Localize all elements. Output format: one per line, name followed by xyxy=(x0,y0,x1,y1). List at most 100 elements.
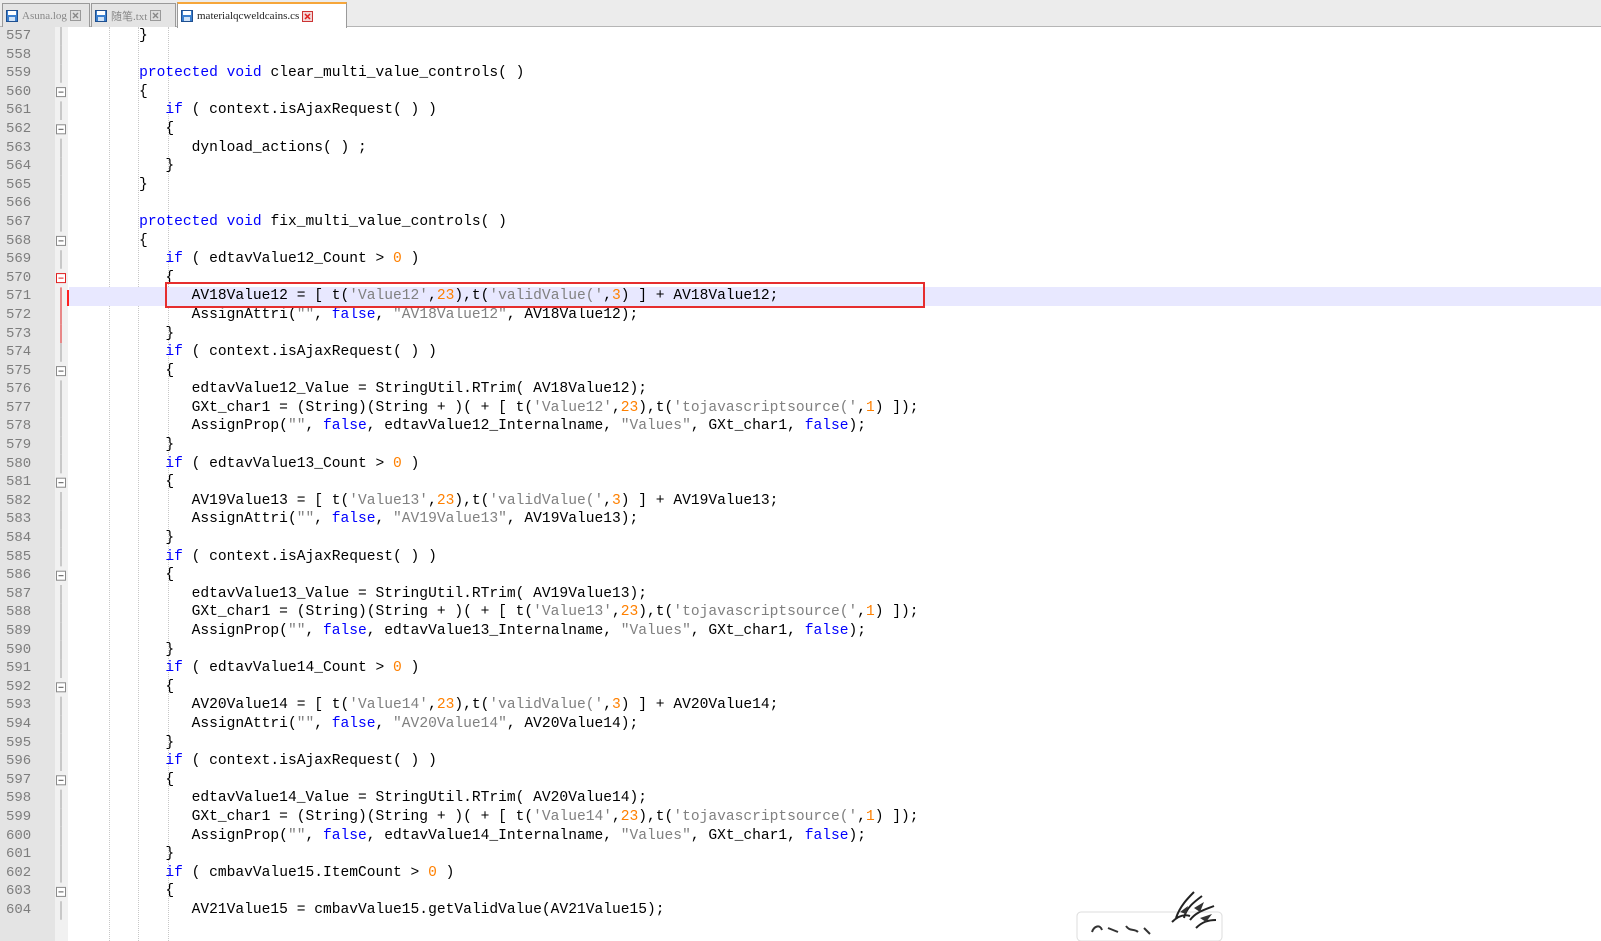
code-token: , xyxy=(612,399,621,416)
code-token: "Values" xyxy=(620,418,691,435)
code-token: 'tojavascriptsource(' xyxy=(673,808,858,825)
line-number: 566 xyxy=(6,195,32,212)
code-line[interactable]: AV20Value14 = [ t('Value14',23),t('valid… xyxy=(69,696,1601,715)
code-token: , xyxy=(375,306,394,323)
close-icon[interactable] xyxy=(150,10,162,21)
code-line[interactable]: { xyxy=(69,566,1601,585)
code-line[interactable]: } xyxy=(69,176,1601,195)
code-token: , xyxy=(375,715,394,732)
code-line[interactable]: edtavValue14_Value = StringUtil.RTrim( A… xyxy=(69,789,1601,808)
code-line[interactable]: { xyxy=(69,362,1601,381)
code-line[interactable]: if ( context.isAjaxRequest( ) ) xyxy=(69,101,1601,120)
code-line[interactable]: protected void fix_multi_value_controls(… xyxy=(69,213,1601,232)
code-token: ( context.isAjaxRequest( ) ) xyxy=(182,548,437,565)
code-line[interactable]: AssignProp("", false, edtavValue12_Inter… xyxy=(69,417,1601,436)
code-token: fix_multi_value_controls( ) xyxy=(261,213,507,230)
code-line[interactable]: if ( cmbavValue15.ItemCount > 0 ) xyxy=(69,864,1601,883)
code-token: AssignProp( xyxy=(69,418,288,435)
line-number: 587 xyxy=(6,585,32,602)
code-token: , edtavValue13_Internalname, xyxy=(366,623,621,639)
code-token: } xyxy=(69,734,175,751)
line-number: 565 xyxy=(6,176,32,193)
code-token: if xyxy=(165,753,183,770)
code-token: , GXt_char1, xyxy=(690,623,805,639)
code-line[interactable] xyxy=(69,194,1601,213)
close-icon[interactable] xyxy=(69,10,81,21)
code-token: "" xyxy=(287,827,306,844)
code-token: { xyxy=(69,771,175,788)
code-token: 0 xyxy=(428,864,437,881)
code-line[interactable]: AssignAttri("", false, "AV18Value12", AV… xyxy=(69,306,1601,325)
code-token: 23 xyxy=(436,697,455,714)
code-line[interactable]: if ( edtavValue13_Count > 0 ) xyxy=(69,455,1601,474)
code-line[interactable]: edtavValue12_Value = StringUtil.RTrim( A… xyxy=(69,380,1601,399)
code-line[interactable]: } xyxy=(69,734,1601,753)
code-line[interactable]: if ( edtavValue12_Count > 0 ) xyxy=(69,250,1601,269)
code-token: ),t( xyxy=(638,399,674,416)
code-token: GXt_char1 = (String)(String + )( + [ t( xyxy=(69,399,534,416)
code-line[interactable]: } xyxy=(69,436,1601,455)
tab-suibi-txt[interactable]: 随笔.txt xyxy=(91,3,176,27)
code-token: 23 xyxy=(620,399,639,416)
code-token: , xyxy=(305,623,323,639)
code-line[interactable] xyxy=(69,46,1601,65)
code-token: , xyxy=(612,808,621,825)
code-editor[interactable]: } protected void clear_multi_value_contr… xyxy=(69,27,1601,941)
code-token: false xyxy=(322,623,367,639)
code-token: { xyxy=(69,567,175,584)
code-token: , xyxy=(857,399,866,416)
code-line[interactable]: AssignAttri("", false, "AV20Value14", AV… xyxy=(69,715,1601,734)
code-line[interactable]: if ( edtavValue14_Count > 0 ) xyxy=(69,659,1601,678)
code-line[interactable]: AssignAttri("", false, "AV19Value13", AV… xyxy=(69,510,1601,529)
code-line[interactable]: { xyxy=(69,120,1601,139)
code-line[interactable]: } xyxy=(69,845,1601,864)
code-token: "Values" xyxy=(620,623,691,639)
code-token: { xyxy=(69,120,175,137)
code-line[interactable]: edtavValue13_Value = StringUtil.RTrim( A… xyxy=(69,585,1601,604)
code-line[interactable]: AV21Value15 = cmbavValue15.getValidValue… xyxy=(69,901,1601,920)
code-line[interactable]: { xyxy=(69,678,1601,697)
code-line[interactable]: { xyxy=(69,232,1601,251)
code-line[interactable]: } xyxy=(69,529,1601,548)
tab-asuna-log[interactable]: Asuna.log xyxy=(2,3,90,27)
code-line[interactable]: } xyxy=(69,27,1601,46)
line-number: 591 xyxy=(6,660,32,677)
code-line[interactable]: } xyxy=(69,325,1601,344)
code-line[interactable]: { xyxy=(69,771,1601,790)
line-number: 583 xyxy=(6,511,32,528)
line-number: 574 xyxy=(6,344,32,361)
code-line[interactable]: GXt_char1 = (String)(String + )( + [ t('… xyxy=(69,399,1601,418)
code-token: } xyxy=(69,176,148,193)
code-line[interactable]: AssignProp("", false, edtavValue13_Inter… xyxy=(69,622,1601,641)
code-line[interactable]: } xyxy=(69,641,1601,660)
code-token: AssignAttri( xyxy=(69,306,297,323)
line-number: 558 xyxy=(6,46,32,63)
code-token: GXt_char1 = (String)(String + )( + [ t( xyxy=(69,808,534,825)
code-token: AssignAttri( xyxy=(69,511,297,528)
code-line[interactable]: protected void clear_multi_value_control… xyxy=(69,64,1601,83)
code-line[interactable]: GXt_char1 = (String)(String + )( + [ t( '… xyxy=(69,808,1601,827)
code-line[interactable]: } xyxy=(69,157,1601,176)
tab-label: Asuna.log xyxy=(22,9,67,22)
code-line[interactable]: dynload_actions( ) ; xyxy=(69,139,1601,158)
code-line[interactable]: AV19Value13 = [ t('Value13',23),t('valid… xyxy=(69,492,1601,511)
code-token: protected xyxy=(139,213,218,230)
code-line[interactable]: { xyxy=(69,83,1601,102)
line-number: 560 xyxy=(6,83,32,100)
close-icon[interactable] xyxy=(302,10,314,22)
code-line[interactable]: { xyxy=(69,473,1601,492)
line-number: 580 xyxy=(6,455,32,472)
code-line[interactable]: { xyxy=(69,882,1601,901)
line-number: 572 xyxy=(6,306,32,323)
code-line[interactable]: if ( context.isAjaxRequest( ) ) xyxy=(69,752,1601,771)
code-line[interactable]: GXt_char1 = (String)(String + )( + [ t('… xyxy=(69,603,1601,622)
code-token: 3 xyxy=(612,492,621,509)
code-line[interactable]: if ( context.isAjaxRequest( ) ) xyxy=(69,548,1601,567)
code-line[interactable]: if ( context.isAjaxRequest( ) ) xyxy=(69,343,1601,362)
line-number: 598 xyxy=(6,790,32,807)
code-line[interactable]: AssignProp("", false, edtavValue14_Inter… xyxy=(69,827,1601,846)
code-token: AV19Value13 = [ t( xyxy=(69,492,350,509)
code-token: ); xyxy=(848,827,866,844)
tab-materialqcweldcains-cs[interactable]: materialqcweldcains.cs xyxy=(177,2,347,28)
line-number: 557 xyxy=(6,28,32,44)
